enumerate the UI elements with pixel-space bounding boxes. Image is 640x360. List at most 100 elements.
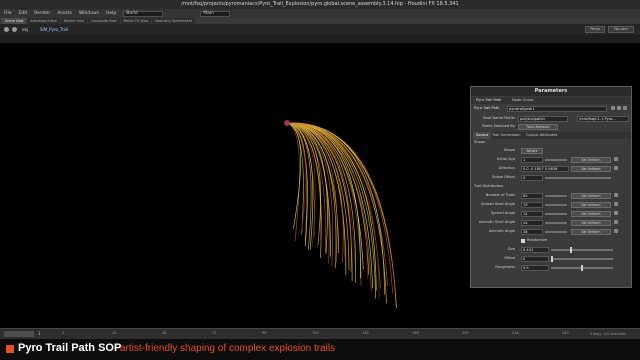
param-label: Size [507,247,515,251]
size-slider[interactable] [551,248,613,251]
set-uniform-button[interactable]: Set Uniform [571,165,611,172]
offset-slider-knob[interactable] [551,255,553,262]
keys-status: 0 keys, 0/0 channels [590,332,626,336]
tab-node-group[interactable]: Node Group [509,97,536,104]
spread-start-slider[interactable] [545,203,567,206]
trails-slider[interactable] [545,194,567,197]
trails-field[interactable]: 62 [521,192,543,199]
trail-curve [286,122,321,246]
size-slider-knob[interactable] [570,246,573,253]
direction-field[interactable]: 0.0 -0.1807 0.9836 [521,165,569,172]
timeline-tick: 192 [462,331,469,335]
param-label: Azimuth Start Angle [478,220,515,224]
playback-controls[interactable] [4,331,34,337]
points-by-label: Points Selected By [481,124,515,128]
timeline-tick: 48 [162,331,167,335]
param-label: Number of Trails [485,193,515,197]
spread-angle-field[interactable]: 14 [521,210,543,217]
help-icon[interactable] [617,106,621,110]
menu-help[interactable]: Help [106,11,116,16]
noise-size-row: Size 0.441 [471,245,631,254]
timeline-tick: 168 [412,331,419,335]
noise-offset-row: Offset 0 [471,254,631,263]
roughness-slider-knob[interactable] [581,264,583,271]
timeline-ruler[interactable]: 1 24 48 72 96 120 144 168 192 216 240 [62,329,569,339]
set-uniform-button[interactable]: Set Uniform [571,192,611,199]
shape-offset-field[interactable]: 0 [521,174,543,181]
param-label: Spread Start Angle [481,202,515,206]
param-label: Spread Angle [490,211,515,215]
root-path-field[interactable]: /mnt/fsq/f-1.1 Pyro... [577,115,629,122]
tab-pyro-trail-path[interactable]: Pyro Trail Path [473,97,504,104]
persp-menu[interactable]: Persp [585,26,605,33]
timeline-bar: 1 1 24 48 72 96 120 144 168 192 216 240 0 keys, 0/… [0,328,640,339]
timeline-tick: 144 [362,331,369,335]
current-frame[interactable]: 1 [38,330,41,338]
azimuth-angle-field[interactable]: 28 [521,228,543,235]
set-uniform-button[interactable]: Set Uniform [571,219,611,226]
root-name-field[interactable]: polytrailpath1 [518,115,568,122]
size-field[interactable]: 0.441 [521,246,549,253]
set-uniform-button[interactable]: Set Uniform [571,210,611,217]
tab-trail-generation[interactable]: Trail Generation [489,132,524,139]
offset-field[interactable]: 0 [521,255,549,262]
menu-file[interactable]: File [4,11,12,16]
spread-angle-slider[interactable] [545,212,567,215]
set-uniform-button[interactable]: Set Uniform [571,201,611,208]
trail-section-label: Trail Distribution [474,184,504,188]
offset-slider[interactable] [551,257,613,260]
node-name-field[interactable]: pyrotrailpath1 [507,105,607,112]
menu-windows[interactable]: Windows [79,11,99,16]
param-label: Azimuth Angle [488,229,515,233]
obj-path[interactable]: obj [22,26,28,33]
tab-output-attributes[interactable]: Output Attributes [523,132,560,139]
gear-icon[interactable] [614,220,618,224]
trail-curve [286,122,300,242]
shape-section-label: Shape [474,140,486,144]
back-icon[interactable] [4,27,9,32]
set-uniform-button[interactable]: Set Uniform [571,228,611,235]
timeline-tick: 1 [62,331,65,335]
gear-icon[interactable] [614,166,618,170]
param-label: Initial Spd [497,157,515,161]
desktop-selector[interactable]: Build [123,10,164,17]
gear-icon[interactable] [614,211,618,215]
emitter-point [284,120,290,126]
set-uniform-button[interactable]: Set Uniform [571,156,611,163]
node-type: Pyro Trail Path [474,106,500,110]
forward-icon[interactable] [12,27,17,32]
timeline-tick: 72 [212,331,217,335]
menu-edit[interactable]: Edit [19,11,28,16]
shape-offset-slider[interactable] [545,176,611,179]
azimuth-start-slider[interactable] [545,221,567,224]
points-by-menu[interactable]: Point Attribute [518,123,558,130]
caption-banner: Pyro Trail Path SOP artist-friendly shap… [0,339,640,360]
gear-icon[interactable] [611,106,615,110]
gear-icon[interactable] [614,202,618,206]
caption-subtitle: artist-friendly shaping of complex explo… [120,342,336,354]
caption-title: Pyro Trail Path SOP [18,342,122,354]
initial-spd-slider[interactable] [545,158,567,161]
randomize-checkbox[interactable] [521,238,525,243]
camera-menu[interactable]: No cam [608,26,634,33]
trail-curve [286,122,301,229]
timeline-tick: 216 [512,331,519,335]
menu-render[interactable]: Render [34,11,50,16]
accent-square-icon [6,345,14,353]
node-path[interactable]: SIM_Pyro_Trail [40,26,68,33]
gear-icon[interactable] [614,193,618,197]
main-selector[interactable]: Main [200,10,231,17]
gear-icon[interactable] [614,229,618,233]
azimuth-start-field[interactable]: 24 [521,219,543,226]
roughness-field[interactable]: 0.5 [521,264,549,271]
info-icon[interactable] [623,106,627,110]
initial-spd-field[interactable]: 1 [521,156,543,163]
azimuth-angle-slider[interactable] [545,230,567,233]
gear-icon[interactable] [614,157,618,161]
shape-menu[interactable]: Sphere [521,147,543,154]
param-label: Offset [504,256,515,260]
timeline-tick: 24 [112,331,117,335]
menu-assets[interactable]: Assets [57,11,72,16]
spread-start-field[interactable]: 15 [521,201,543,208]
noise-roughness-row: Roughness 0.5 [471,263,631,272]
